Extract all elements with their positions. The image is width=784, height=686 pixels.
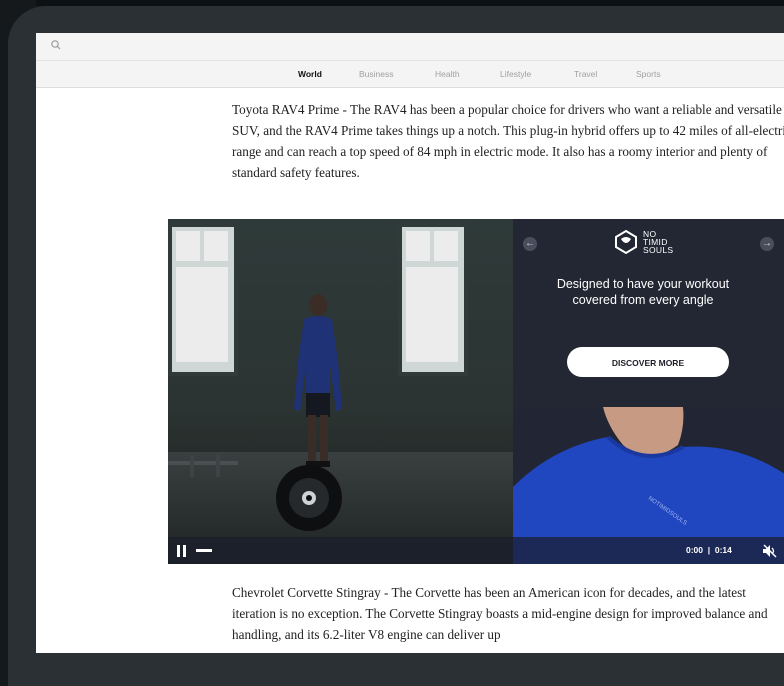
brand-name: NO TIMID SOULS	[643, 230, 674, 255]
nav-item-world[interactable]: World	[298, 69, 322, 79]
arrow-right-icon[interactable]: →	[760, 237, 774, 251]
progress-indicator[interactable]	[196, 549, 212, 552]
article-paragraph: Chevrolet Corvette Stingray - The Corvet…	[232, 585, 768, 642]
nav-item-business[interactable]: Business	[359, 69, 394, 79]
brand-logo-icon	[615, 229, 637, 255]
gym-window	[398, 223, 468, 376]
video-controls: 0:00 | 0:14	[168, 537, 784, 564]
arrow-left-icon[interactable]: ←	[523, 237, 537, 251]
nav-item-sports[interactable]: Sports	[636, 69, 661, 79]
category-nav: World Business Health Lifestyle Travel S…	[36, 61, 784, 88]
video-time: 0:00 | 0:14	[686, 545, 732, 555]
search-icon[interactable]	[50, 39, 62, 51]
time-separator: |	[707, 545, 711, 555]
nav-item-travel[interactable]: Travel	[574, 69, 597, 79]
brand-name-line: SOULS	[643, 245, 674, 255]
mute-icon[interactable]	[762, 544, 778, 558]
ad-headline: Designed to have your workout covered fr…	[556, 277, 730, 307]
search-bar[interactable]	[36, 33, 784, 61]
gym-video-frame	[168, 219, 513, 564]
athlete-figure	[294, 294, 342, 467]
video-ad[interactable]: ← → NO TIMID SOULS Designed to have your…	[168, 219, 784, 564]
time-current: 0:00	[686, 545, 704, 555]
ad-content-panel: ← → NO TIMID SOULS Designed to have your…	[513, 219, 784, 407]
browser-screen: World Business Health Lifestyle Travel S…	[36, 33, 784, 653]
pause-icon[interactable]	[176, 545, 188, 557]
device-top-edge	[36, 0, 784, 6]
nav-item-health[interactable]: Health	[435, 69, 460, 79]
time-total: 0:14	[714, 545, 732, 555]
barbell-plate	[276, 465, 342, 531]
article-paragraph: Toyota RAV4 Prime - The RAV4 has been a …	[232, 102, 784, 180]
gym-window	[168, 223, 238, 376]
nav-item-lifestyle[interactable]: Lifestyle	[500, 69, 531, 79]
discover-more-button[interactable]: DISCOVER MORE	[567, 347, 729, 377]
weight-rack	[168, 455, 238, 477]
